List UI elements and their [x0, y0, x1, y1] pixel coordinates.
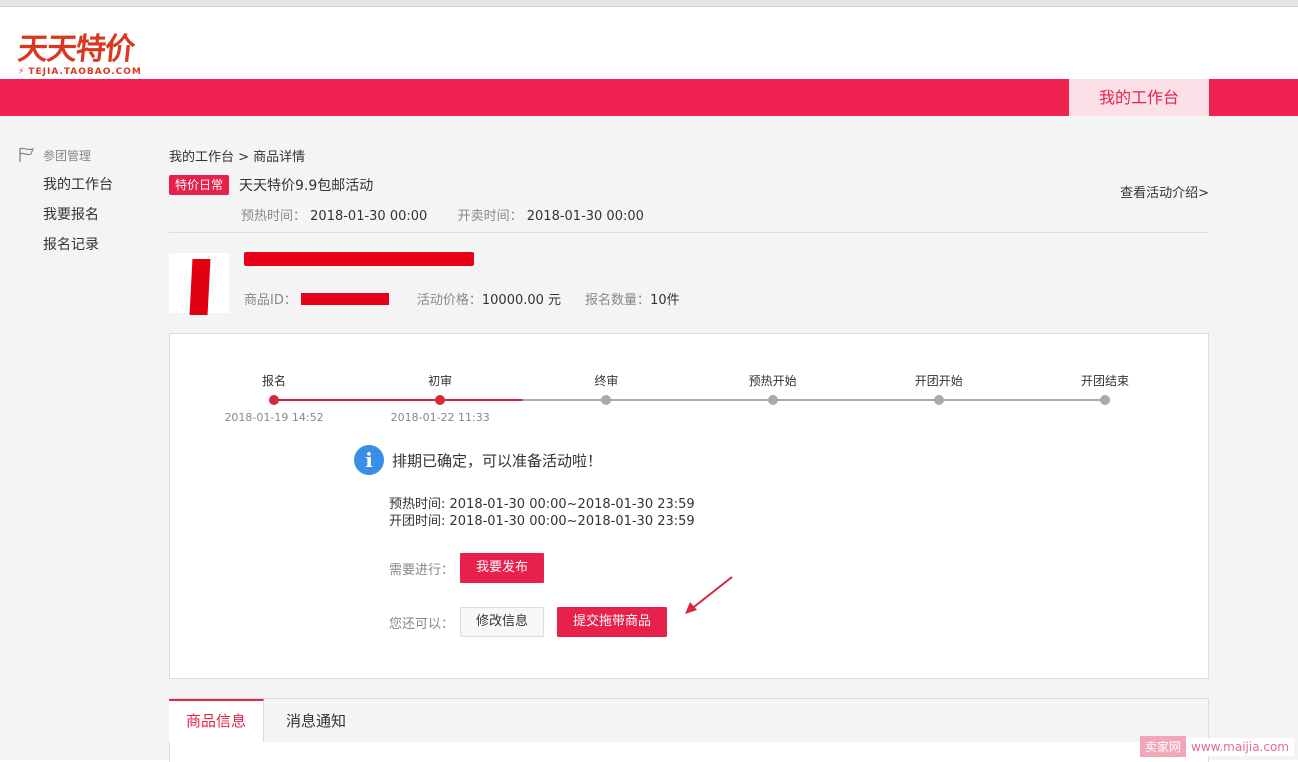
required-action-row: 需要进行： 我要发布: [389, 553, 545, 583]
timeline-node: [1100, 395, 1110, 405]
tab-product-info[interactable]: 商品信息: [169, 699, 264, 743]
detail-tabs: 商品信息 消息通知: [169, 698, 1209, 743]
optional-action-label: 您还可以：: [389, 616, 455, 632]
activity-title: 天天特价9.9包邮活动: [239, 178, 374, 194]
timeline-node: [601, 395, 612, 405]
optional-action-row: 您还可以： 修改信息 提交拖带商品: [389, 607, 668, 637]
timeline-node: [435, 395, 446, 405]
timeline-step-label: 开团结束: [1080, 374, 1129, 388]
tejia-logo[interactable]: 天天特价 ⚡ TEJIA.TAOBAO.COM: [16, 32, 142, 77]
timeline-step-label: 预热开始: [748, 374, 797, 388]
submit-linked-product-button[interactable]: 提交拖带商品: [557, 607, 668, 637]
flag-icon: [19, 147, 35, 162]
logo-domain: ⚡ TEJIA.TAOBAO.COM: [18, 67, 142, 77]
activity-times: 预热时间： 2018-01-30 00:00 开卖时间： 2018-01-30 …: [241, 205, 644, 224]
sidebar-title: 参团管理: [43, 148, 92, 163]
price-value: 10000.00 元: [481, 293, 562, 308]
timeline-step-label: 终审: [594, 374, 619, 388]
notice-text: 排期已确定，可以准备活动啦！: [392, 451, 603, 470]
browser-top-strip: [0, 0, 1298, 7]
logo-domain-text: TEJIA.TAOBAO.COM: [28, 67, 142, 77]
timeline-step-label: 报名: [261, 374, 286, 388]
status-notice: i 排期已确定，可以准备活动啦！: [354, 445, 602, 475]
product-id-label: 商品ID：: [244, 293, 297, 308]
modify-info-button[interactable]: 修改信息: [460, 607, 545, 637]
product-thumbnail[interactable]: [169, 253, 229, 315]
required-action-label: 需要进行：: [389, 562, 455, 578]
nav-tab-workbench[interactable]: 我的工作台: [1069, 79, 1209, 116]
preheat-time-value: 2018-01-30 00:00: [310, 209, 428, 224]
product-id-redacted: [300, 292, 389, 305]
timeline-step-date: 2018-01-22 11:33: [390, 411, 490, 424]
open-time-value: 2018-01-30 00:00: [526, 209, 644, 224]
activity-intro-link[interactable]: 查看活动介绍>: [1120, 182, 1209, 201]
redacted-image-mark: [189, 259, 211, 315]
activity-header: 特价日常 天天特价9.9包邮活动: [169, 175, 373, 195]
sidebar-item-records[interactable]: 报名记录: [43, 236, 158, 254]
timeline-node: [933, 395, 944, 405]
timeline-step-date: 2018-01-19 14:52: [224, 411, 324, 424]
pointer-arrow: [685, 576, 733, 614]
price-label: 活动价格：: [416, 293, 482, 308]
site-header: 天天特价 ⚡ TEJIA.TAOBAO.COM: [0, 7, 1298, 79]
site-watermark: 卖家网 www.maijia.com: [1139, 736, 1294, 757]
product-meta: 商品ID： 活动价格： 10000.00 元 报名数量： 10件: [244, 289, 680, 308]
info-icon: i: [354, 445, 384, 475]
schedule-detail: 预热时间: 2018-01-30 00:00~2018-01-30 23:59 …: [389, 496, 695, 530]
qty-label: 报名数量：: [585, 293, 651, 308]
watermark-brand: 卖家网: [1139, 736, 1186, 757]
tab-notifications[interactable]: 消息通知: [266, 699, 366, 743]
sidebar-item-workbench[interactable]: 我的工作台: [43, 176, 158, 194]
timeline-node: [269, 395, 279, 405]
section-divider: [169, 232, 1209, 233]
product-name-redacted: [244, 252, 474, 266]
qty-value: 10件: [650, 293, 680, 308]
logo-wordmark: 天天特价: [16, 32, 136, 67]
preheat-time-label: 预热时间：: [241, 209, 307, 224]
timeline-node: [767, 395, 778, 405]
breadcrumb: 我的工作台 > 商品详情: [169, 150, 306, 165]
lightning-icon: ⚡: [18, 67, 26, 77]
sidebar-item-signup[interactable]: 我要报名: [43, 206, 158, 224]
sidebar-section-header: 参团管理: [18, 146, 158, 164]
open-time-label: 开卖时间：: [457, 209, 523, 224]
sidebar: 参团管理 我的工作台 我要报名 报名记录: [18, 146, 158, 254]
preheat-schedule-line: 预热时间: 2018-01-30 00:00~2018-01-30 23:59: [389, 497, 695, 512]
activity-tag-badge: 特价日常: [169, 175, 230, 195]
publish-button[interactable]: 我要发布: [460, 553, 545, 583]
tab-content-area: [169, 742, 1209, 762]
timeline-step-label: 初审: [428, 374, 453, 388]
progress-card: 报名 2018-01-19 14:52 初审 2018-01-22 11:33 终审 预热…: [169, 333, 1209, 679]
timeline-step-label: 开团开始: [914, 374, 963, 388]
open-schedule-line: 开团时间: 2018-01-30 00:00~2018-01-30 23:59: [389, 514, 695, 529]
timeline-progress-line: [274, 399, 524, 401]
watermark-url: www.maijia.com: [1186, 737, 1294, 756]
top-nav-bar: 我的工作台: [0, 79, 1298, 116]
